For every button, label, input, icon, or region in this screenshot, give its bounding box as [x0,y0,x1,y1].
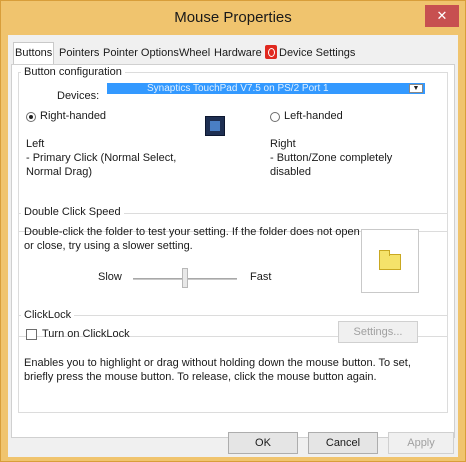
fast-label: Fast [250,271,272,283]
left-handed-label[interactable]: Left-handed [284,110,343,122]
tab-wheel[interactable]: Wheel [178,44,211,64]
buttons-tab-panel: Button configuration Devices: Synaptics … [11,64,455,438]
tab-device-settings-label: Device Settings [279,47,356,59]
cancel-button[interactable]: Cancel [308,432,378,454]
clicklock-checkbox-label[interactable]: Turn on ClickLock [42,328,130,340]
double-click-description: Double-click the folder to test your set… [24,226,360,252]
dropdown-arrow-icon[interactable]: ▼ [409,84,423,93]
double-click-slider-thumb[interactable] [182,268,188,288]
device-select[interactable]: Synaptics TouchPad V7.5 on PS/2 Port 1 ▼ [107,83,425,94]
window-title: Mouse Properties [174,9,292,26]
tab-pointer-options[interactable]: Pointer Options [102,44,180,64]
folder-icon[interactable] [379,250,401,270]
test-folder-box[interactable] [361,229,419,293]
tab-hardware[interactable]: Hardware [213,44,263,64]
mouse-button-icon [205,116,225,136]
clicklock-checkbox[interactable] [26,329,37,340]
title-bar[interactable]: Mouse Properties ✕ [1,1,465,35]
devices-label: Devices: [57,90,100,102]
tab-pointers[interactable]: Pointers [58,44,100,64]
right-handed-radio[interactable] [26,112,36,122]
close-icon: ✕ [436,8,448,23]
clicklock-settings-button[interactable]: Settings... [338,321,418,343]
slow-label: Slow [98,271,122,283]
apply-button[interactable]: Apply [388,432,454,454]
synaptics-icon [265,45,277,59]
close-button[interactable]: ✕ [425,5,459,27]
tab-buttons[interactable]: Buttons [13,42,55,64]
clicklock-title: ClickLock [21,309,75,321]
left-button-description: Left - Primary Click (Normal Select, Nor… [26,138,177,178]
right-button-description: Right - Button/Zone completely disabled [270,138,393,178]
device-select-value: Synaptics TouchPad V7.5 on PS/2 Port 1 [147,83,329,94]
ok-button[interactable]: OK [228,432,298,454]
button-configuration-title: Button configuration [21,66,125,78]
tab-device-settings[interactable]: Device Settings [264,44,356,64]
clicklock-description: Enables you to highlight or drag without… [24,357,411,383]
mouse-properties-window: Mouse Properties ✕ Buttons Pointers Poin… [0,0,466,462]
double-click-speed-title: Double Click Speed [21,206,124,218]
dialog-client-area: Buttons Pointers Pointer Options Wheel H… [8,35,458,457]
right-handed-label[interactable]: Right-handed [40,110,106,122]
left-handed-radio[interactable] [270,112,280,122]
